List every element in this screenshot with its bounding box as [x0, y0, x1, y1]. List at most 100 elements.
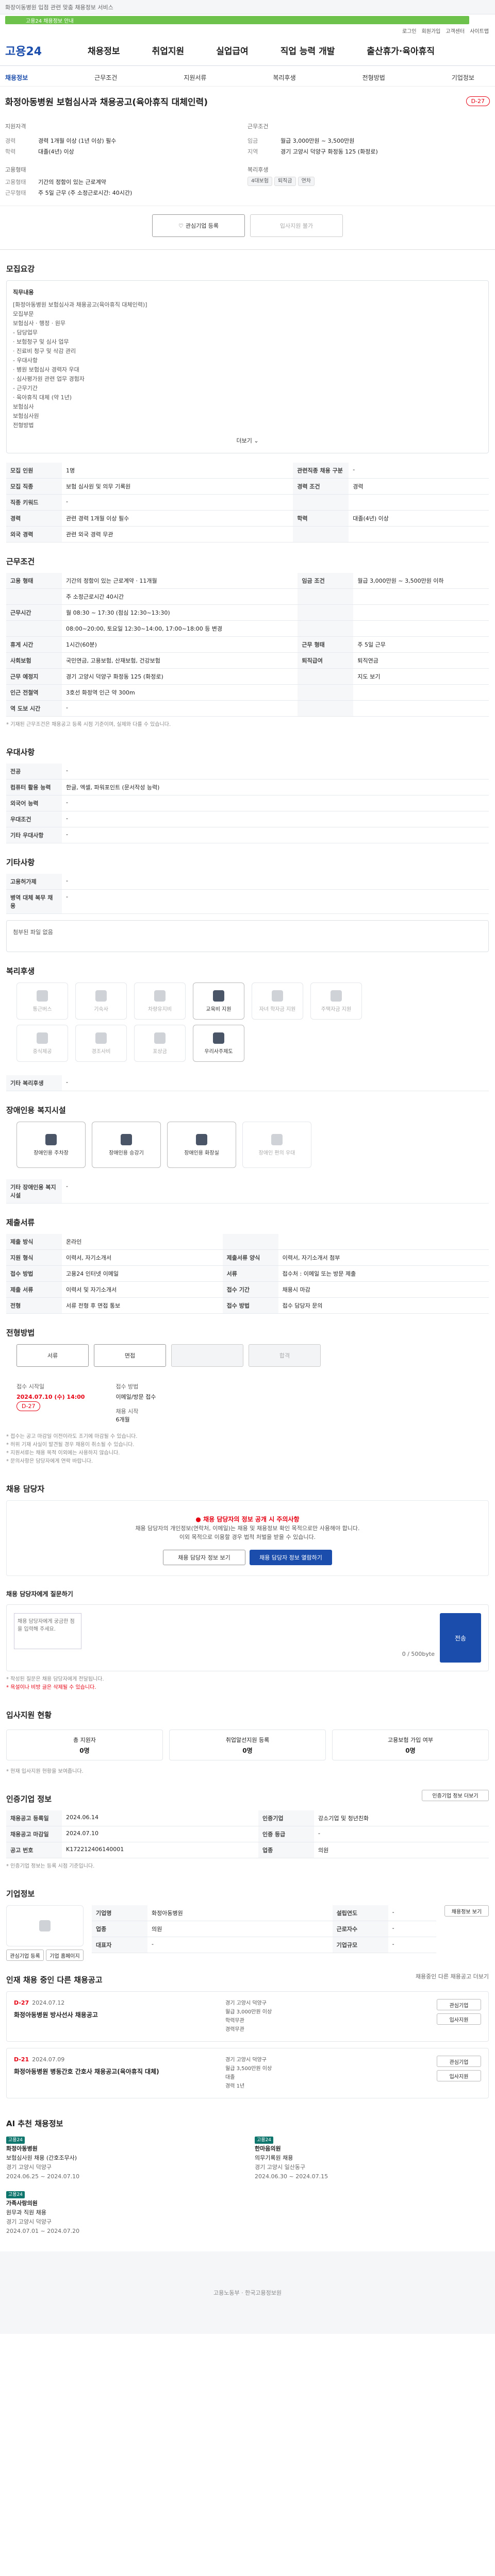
gnb-item[interactable]: 직업 능력 개발 [280, 44, 335, 57]
reco-sub: 보험심사원 채용 (간호조무사) [6, 2155, 77, 2161]
row-key: 인증 등급 [258, 1826, 314, 1842]
save-job-button[interactable]: 관심기업 [437, 2056, 481, 2067]
apply-job-button[interactable]: 입사지원 [437, 2070, 481, 2081]
step-chip: 서류 [16, 1344, 89, 1367]
welfare-icon [95, 1032, 107, 1044]
table-row: 08:00~20:00, 토요일 12:30~14:00, 17:00~18:0… [6, 620, 489, 637]
util-help[interactable]: 고객센터 [446, 27, 465, 35]
company-home-button[interactable]: 기업 홈페이지 [46, 1950, 84, 1961]
row-key: 경력 [6, 510, 62, 527]
other-job-card[interactable]: D-27 2024.07.12 화정아동병원 방사선사 채용공고 경기 고양시 덕양구… [6, 1991, 489, 2042]
facility-item: 장애인용 주차장 [16, 1122, 86, 1168]
contact-view-button[interactable]: 채용 담당자 정보 보기 [163, 1550, 245, 1565]
section-heading: 채용 담당자에게 질문하기 [6, 1590, 73, 1598]
tab[interactable]: 전형방법 [362, 73, 385, 82]
table-row: 전공 - [6, 764, 489, 779]
question-input[interactable] [14, 1613, 81, 1649]
process-section: 전형방법 서류 면접 합격 접수 시작일 2024.07.10 (수) 14:0… [0, 1314, 495, 1470]
welfare-label: 통근버스 [32, 1006, 52, 1012]
dday-badge: D-27 [16, 1401, 41, 1411]
more-button[interactable]: 더보기 ⌄ [13, 436, 482, 446]
table-row: 주 소정근로시간 40시간 [6, 588, 489, 605]
row-key: 접수 방법 [6, 1265, 62, 1282]
info-more-button[interactable]: 인증기업 정보 더보기 [422, 1789, 489, 1801]
welfare-icon [213, 1032, 224, 1044]
work-note: * 기재된 근무조건은 채용공고 등록 시점 기준이며, 실제와 다를 수 있습… [6, 722, 171, 727]
dday-text: D-27 [14, 1999, 29, 2006]
table-row: 우대조건 - [6, 811, 489, 827]
welfare-icon [213, 990, 224, 1002]
row-key: 퇴직급여 [298, 652, 354, 669]
reco-item[interactable]: 고용24 화정아동병원 보험심사원 채용 (간호조무사) 경기 고양시 덕양구 2024… [6, 2135, 240, 2181]
reco-item[interactable]: 고용24 한마음의원 의무기록원 채용 경기 고양시 일산동구 2024.06.30 ~… [255, 2135, 489, 2181]
notice-line: * 문의사항은 담당자에게 연락 바랍니다. [6, 1459, 93, 1464]
kv-key: 경력 [5, 138, 16, 144]
duty-line: - 담당업무 [13, 329, 38, 336]
stat-label: 총 지원자 [73, 1736, 96, 1743]
tab[interactable]: 복리후생 [273, 73, 295, 82]
welfare-label: 경조사비 [91, 1048, 111, 1055]
gnb-item[interactable]: 취업지원 [152, 44, 185, 57]
company-jobs-button[interactable]: 채용정보 보기 [444, 1905, 489, 1917]
row-value: - [62, 827, 489, 843]
reco-list: 고용24 화정아동병원 보험심사원 채용 (간호조무사) 경기 고양시 덕양구 2024… [6, 2135, 489, 2236]
tab[interactable]: 지원서류 [184, 73, 206, 82]
row-key [298, 588, 354, 605]
company-interest-button[interactable]: 관심기업 등록 [6, 1950, 44, 1961]
reco-item[interactable]: 고용24 가족사랑의원 원무과 직원 채용 경기 고양시 덕양구 2024.07.01 … [6, 2190, 240, 2236]
util-join[interactable]: 회원가입 [422, 27, 441, 35]
summary-head: 근무조건 [248, 123, 269, 130]
row-key: 제출서류 양식 [222, 1249, 278, 1266]
other-job-card[interactable]: D-21 2024.07.09 화정아동병원 병동간호 간호사 채용공고(육아휴직 … [6, 2048, 489, 2098]
reco-date: 2024.06.30 ~ 2024.07.15 [255, 2173, 328, 2180]
apply-button[interactable]: 입사지원 불가 [250, 214, 343, 237]
send-button[interactable]: 전송 [440, 1613, 481, 1663]
gnb-item[interactable]: 출산휴가·육아휴직 [367, 44, 435, 57]
apply-job-button[interactable]: 입사지원 [437, 2013, 481, 2025]
process-steps: 서류 면접 합격 [6, 1344, 489, 1367]
kv-value: 경력 1개월 이상 (1년 이상) 필수 [38, 138, 117, 144]
date-label: 채용 시작 [116, 1408, 139, 1415]
job-title: 화정아동병원 보험심사과 채용공고(육아휴직 대체인력) [5, 97, 208, 108]
alert-title: 채용 담당자의 정보 공개 시 주의사항 [203, 1516, 300, 1523]
gnb-item[interactable]: 채용정보 [88, 44, 120, 57]
welfare-grid: 통근버스 기숙사 차량유지비 교육비 지원 자녀 학자금 지원 주택자금 지원 중식제공 경조… [6, 982, 489, 1062]
welfare-item: 경조사비 [75, 1025, 127, 1062]
section-tabs: 채용정보 근무조건 지원서류 복리후생 전형방법 기업정보 [0, 66, 495, 87]
welfare-icon [154, 990, 166, 1002]
tab[interactable]: 근무조건 [94, 73, 117, 82]
others-more-link[interactable]: 채용중인 다른 채용공고 더보기 [416, 1972, 489, 1980]
job-date: 2024.07.09 [32, 2056, 65, 2063]
row-key: 접수 방법 [222, 1297, 278, 1314]
row-value [353, 588, 489, 605]
welfare-pill: 연차 [298, 177, 315, 186]
step-chip: 면접 [94, 1344, 166, 1367]
alert-line: 이외 목적으로 이용할 경우 법적 처벌을 받을 수 있습니다. [179, 1534, 316, 1540]
site-logo[interactable]: 고용24 [5, 42, 67, 59]
row-key [298, 620, 354, 637]
job-title-link[interactable]: 화정아동병원 방사선사 채용공고 [14, 2010, 200, 2019]
job-summary: 지원자격 경력 경력 1개월 이상 (1년 이상) 필수 학력 대졸(4년) 이상 … [0, 112, 495, 206]
interest-button[interactable]: ♡ 관심기업 등록 [152, 214, 245, 237]
ask-box: 0 / 500byte 전송 [6, 1604, 489, 1671]
global-nav: 채용정보 취업지원 실업급여 직업 능력 개발 출산휴가·육아휴직 [88, 44, 435, 57]
job-title-link[interactable]: 화정아동병원 병동간호 간호사 채용공고(육아휴직 대체) [14, 2067, 200, 2076]
process-dates: 접수 시작일 2024.07.10 (수) 14:00 D-27 접수 방법 이… [6, 1367, 489, 1429]
facility-item: 장애인용 승강기 [92, 1122, 161, 1168]
tab[interactable]: 채용정보 [5, 73, 28, 82]
row-value: - [349, 463, 489, 479]
date-label: 접수 시작일 [16, 1383, 45, 1390]
duty-head: 직무내용 [13, 289, 34, 296]
job-meta: 경기 고양시 덕양구 [225, 2057, 267, 2063]
row-key: 근무시간 [6, 604, 62, 621]
tab[interactable]: 기업정보 [452, 73, 474, 82]
row-value: 이력서, 자기소개서 [62, 1249, 223, 1266]
util-login[interactable]: 로그인 [402, 27, 417, 35]
save-job-button[interactable]: 관심기업 [437, 1999, 481, 2010]
util-sitemap[interactable]: 사이트맵 [470, 27, 489, 35]
contact-open-button[interactable]: 채용 담당자 정보 열람하기 [250, 1550, 332, 1565]
gnb-item[interactable]: 실업급여 [216, 44, 249, 57]
row-value: - [62, 1179, 489, 1204]
job-card-top: D-21 2024.07.09 [14, 2056, 200, 2063]
promo-banner[interactable]: 고용24 채용정보 안내 [0, 14, 495, 26]
